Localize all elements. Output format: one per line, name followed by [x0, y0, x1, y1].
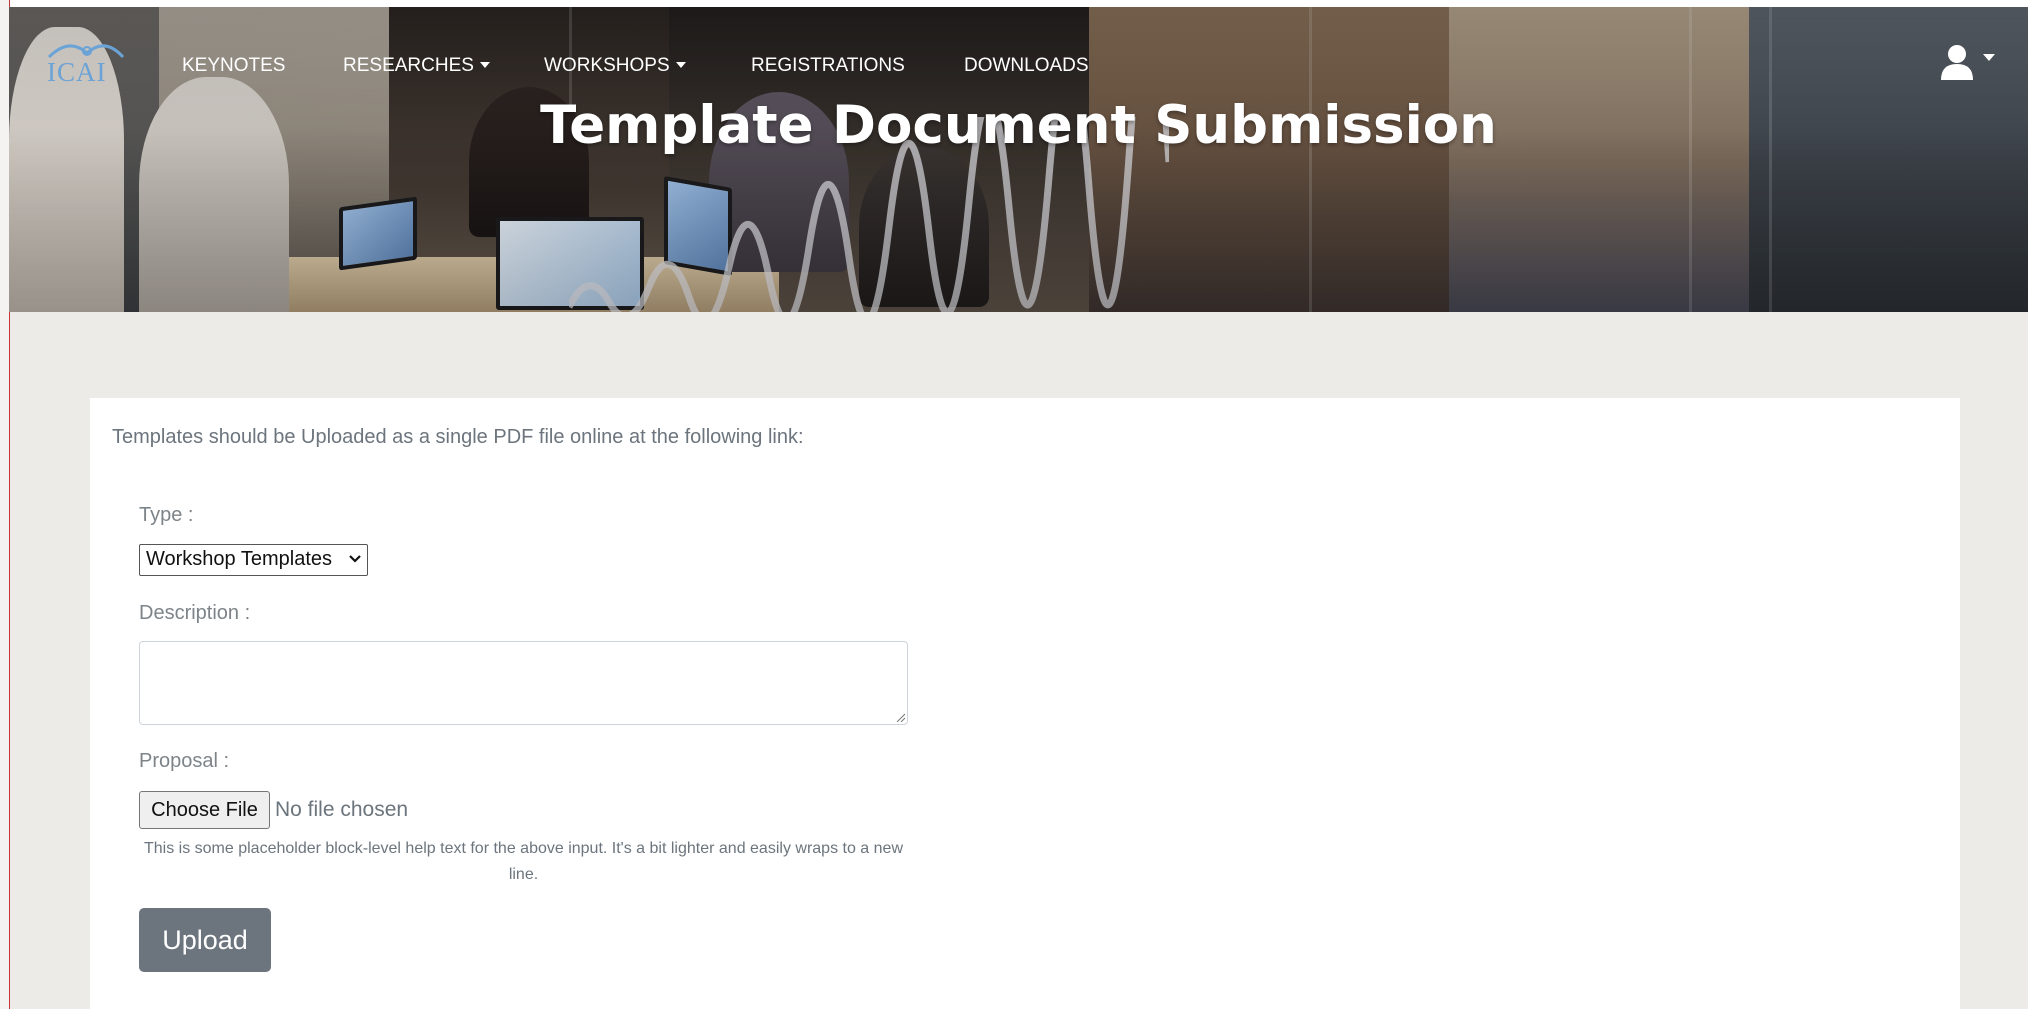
- proposal-label: Proposal :: [139, 750, 230, 772]
- intro-text: Templates should be Uploaded as a single…: [112, 426, 804, 448]
- user-icon: [1941, 45, 1995, 80]
- caret-down-icon: [479, 62, 490, 68]
- nav-item-label: RESEARCHES: [343, 55, 474, 76]
- logo-text: ICAI: [47, 57, 107, 87]
- caret-down-icon: [675, 62, 686, 68]
- choose-file-button[interactable]: Choose File: [139, 791, 270, 829]
- no-file-text: No file chosen: [275, 798, 409, 821]
- description-label: Description :: [139, 602, 251, 624]
- help-text: This is some placeholder block-level hel…: [143, 840, 903, 883]
- nav-item-keynotes[interactable]: KEYNOTES: [182, 55, 285, 77]
- nav-item-researches[interactable]: RESEARCHES: [343, 55, 490, 77]
- nav-item-registrations[interactable]: REGISTRATIONS: [751, 55, 905, 77]
- type-select-value: Workshop Templates: [146, 548, 333, 570]
- nav-item-label: REGISTRATIONS: [751, 55, 905, 76]
- user-menu-dropdown[interactable]: [1939, 42, 2009, 87]
- type-select[interactable]: Workshop Templates: [139, 544, 368, 576]
- chevron-down-icon: [349, 555, 361, 563]
- upload-button[interactable]: Upload: [139, 908, 271, 972]
- nav-item-downloads[interactable]: DOWNLOADS: [964, 55, 1089, 77]
- type-label: Type :: [139, 504, 194, 526]
- nav-item-label: WORKSHOPS: [544, 55, 670, 76]
- hero-banner: ICAI KEYNOTES RESEARCHES WORKSHOPS REGIS…: [9, 7, 2028, 312]
- nav-item-workshops[interactable]: WORKSHOPS: [544, 55, 686, 77]
- top-navbar: ICAI KEYNOTES RESEARCHES WORKSHOPS REGIS…: [9, 7, 2028, 107]
- caret-down-icon: [1983, 54, 1995, 61]
- nav-item-label: DOWNLOADS: [964, 55, 1089, 76]
- top-strip: [0, 0, 2028, 7]
- resize-grip-icon[interactable]: [895, 712, 905, 722]
- nav-item-label: KEYNOTES: [182, 55, 286, 76]
- submission-card: Templates should be Uploaded as a single…: [90, 398, 1960, 1009]
- description-textarea[interactable]: [139, 641, 908, 725]
- page-title: Template Document Submission: [540, 95, 1497, 156]
